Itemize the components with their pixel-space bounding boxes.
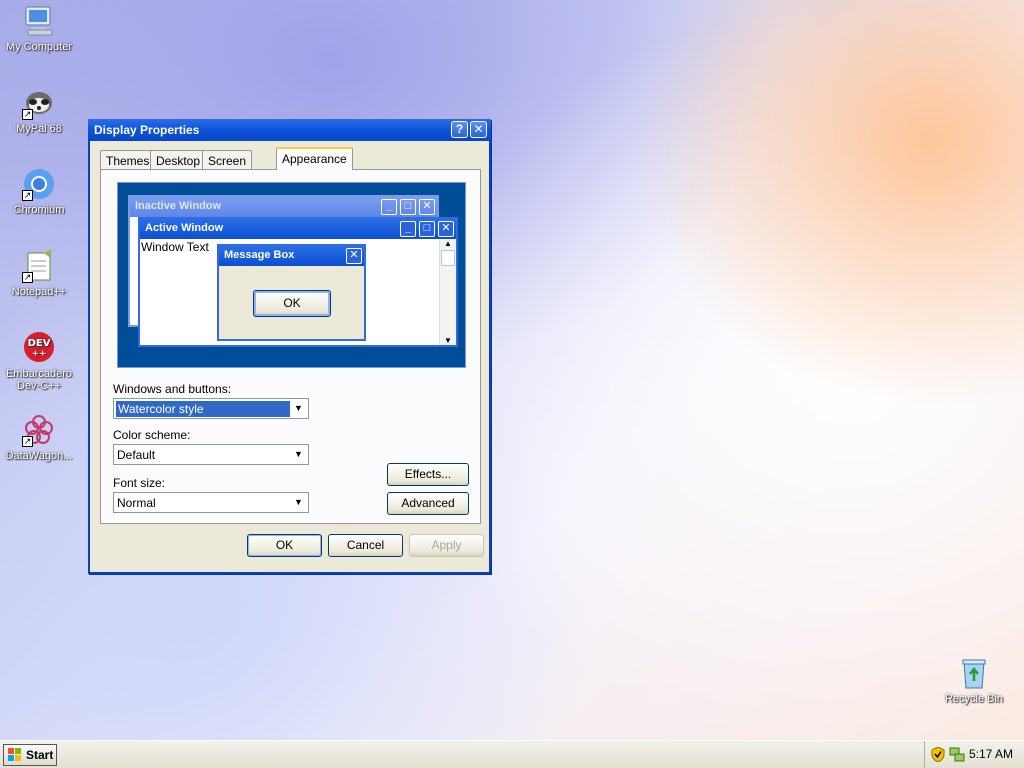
shortcut-arrow-icon: ↗ [22, 436, 33, 447]
desktop-icon-recycle-bin[interactable]: Recycle Bin [936, 656, 1012, 705]
ok-button[interactable]: OK [247, 534, 322, 557]
devcpp-icon: DEV ++ [22, 331, 56, 365]
taskbar: Start 5:17 AM [0, 740, 1024, 768]
scroll-down-icon: ▼ [444, 336, 452, 345]
title-bar[interactable]: Display Properties ? ✕ [88, 119, 491, 141]
display-properties-window: Display Properties ? ✕ Themes Desktop Sc… [88, 119, 491, 574]
effects-button[interactable]: Effects... [387, 463, 469, 486]
chromium-icon: ↗ [22, 167, 56, 201]
desktop-icon-label: My Computer [5, 41, 73, 53]
tab-desktop[interactable]: Desktop [150, 150, 207, 170]
windows-buttons-value: Watercolor style [116, 401, 290, 417]
chevron-down-icon[interactable]: ▼ [290, 446, 307, 463]
preview-window-text: Window Text [141, 240, 209, 254]
desktop-icon-label: Embarcadero Dev-C++ [5, 368, 73, 392]
chevron-down-icon[interactable]: ▼ [290, 494, 307, 511]
flower-icon: ↗ [22, 413, 56, 447]
desktop-icon-datawagon[interactable]: ↗ DataWagon... [1, 413, 77, 462]
preview-close-icon: ✕ [419, 199, 435, 215]
appearance-preview: Inactive Window _ □ ✕ Active Window _ □ … [117, 182, 466, 368]
computer-icon [22, 4, 56, 38]
preview-message-title: Message Box [219, 246, 364, 266]
notepad-icon: ↗ [22, 249, 56, 283]
preview-minimize-icon: _ [381, 199, 397, 215]
font-size-select[interactable]: Normal ▼ [113, 492, 309, 513]
desktop-icon-devcpp[interactable]: DEV ++ Embarcadero Dev-C++ [1, 331, 77, 392]
preview-message-box: Message Box ✕ OK [217, 244, 366, 341]
preview-close-icon: ✕ [346, 248, 362, 264]
shortcut-arrow-icon: ↗ [22, 109, 33, 120]
desktop-icon-mypal[interactable]: ↗ MyPal 68 [1, 86, 77, 135]
raccoon-icon: ↗ [22, 86, 56, 120]
close-button[interactable]: ✕ [470, 121, 487, 138]
network-icon[interactable] [949, 747, 965, 765]
desktop-icon-my-computer[interactable]: My Computer [1, 4, 77, 53]
svg-text:DEV: DEV [28, 338, 51, 349]
desktop-icon-label: Recycle Bin [944, 693, 1004, 705]
preview-scrollbar: ▲ ▼ [439, 239, 456, 345]
preview-maximize-icon: □ [400, 199, 416, 215]
windows-buttons-select[interactable]: Watercolor style ▼ [113, 398, 309, 419]
color-scheme-value: Default [117, 448, 156, 462]
windows-buttons-label: Windows and buttons: [113, 382, 232, 396]
desktop-icon-notepadpp[interactable]: ↗ Notepad++ [1, 249, 77, 298]
scroll-up-icon: ▲ [444, 239, 452, 248]
windows-logo-icon [8, 748, 22, 765]
desktop-icon-chromium[interactable]: ↗ Chromium [1, 167, 77, 216]
font-size-value: Normal [117, 496, 156, 510]
color-scheme-label: Color scheme: [113, 428, 191, 442]
advanced-button[interactable]: Advanced [387, 492, 469, 515]
tab-appearance[interactable]: Appearance [276, 147, 353, 170]
preview-maximize-icon: □ [419, 221, 435, 237]
font-size-label: Font size: [113, 476, 166, 490]
desktop-icon-label: Notepad++ [11, 286, 67, 298]
system-tray: 5:17 AM [924, 741, 1024, 768]
cancel-button[interactable]: Cancel [328, 534, 403, 557]
start-button[interactable]: Start [3, 744, 57, 766]
window-title: Display Properties [94, 123, 200, 137]
preview-minimize-icon: _ [400, 221, 416, 237]
preview-close-icon: ✕ [438, 221, 454, 237]
color-scheme-select[interactable]: Default ▼ [113, 444, 309, 465]
chevron-down-icon[interactable]: ▼ [290, 400, 307, 417]
tab-screen-saver[interactable]: Screen Saver [202, 150, 253, 182]
svg-text:++: ++ [31, 349, 46, 359]
help-button[interactable]: ? [451, 121, 468, 138]
shortcut-arrow-icon: ↗ [22, 190, 33, 201]
appearance-panel: Inactive Window _ □ ✕ Active Window _ □ … [100, 169, 481, 524]
tab-themes[interactable]: Themes [100, 150, 156, 170]
start-label: Start [26, 748, 54, 762]
scroll-thumb [441, 250, 455, 266]
desktop-icon-label: DataWagon... [5, 450, 73, 462]
desktop-icon-label: Chromium [13, 204, 65, 216]
security-shield-icon[interactable] [931, 746, 945, 765]
desktop-icon-label: MyPal 68 [16, 123, 62, 135]
preview-ok-button: OK [253, 290, 331, 317]
shortcut-arrow-icon: ↗ [22, 272, 33, 283]
recycle-bin-icon [957, 656, 991, 690]
clock[interactable]: 5:17 AM [969, 747, 1013, 761]
apply-button[interactable]: Apply [409, 534, 484, 557]
